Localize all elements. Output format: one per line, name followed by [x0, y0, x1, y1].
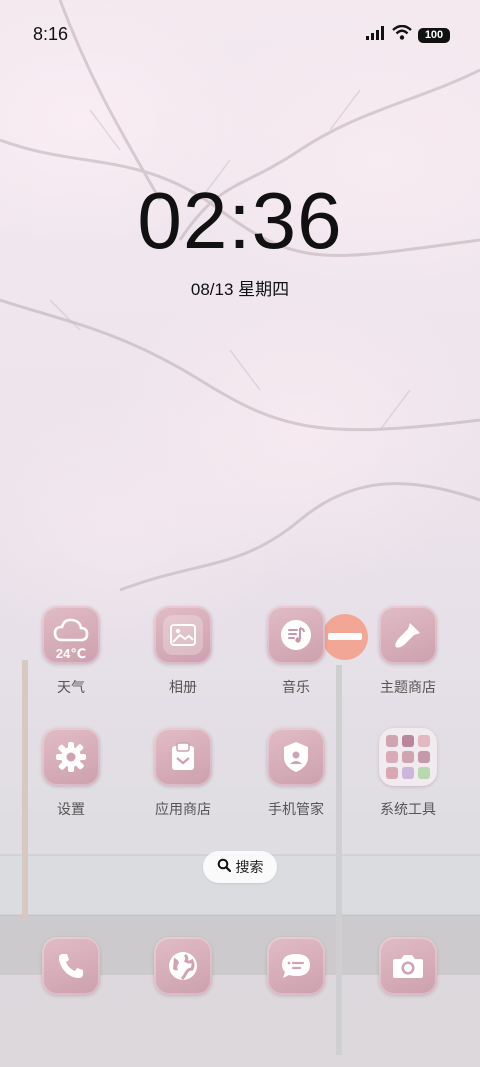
app-label: 天气: [57, 679, 85, 695]
app-gallery[interactable]: 相册: [133, 606, 233, 697]
dock-messages[interactable]: [246, 937, 346, 995]
app-label: 主题商店: [380, 679, 436, 695]
folder-mini-app-icon: [402, 767, 414, 779]
folder-mini-app-icon: [386, 767, 398, 779]
folder-mini-app-icon: [418, 735, 430, 747]
app-settings[interactable]: 设置: [21, 728, 121, 819]
gallery-icon: [154, 606, 212, 664]
dock-phone[interactable]: [21, 937, 121, 995]
status-bar: 8:16 100: [0, 0, 480, 68]
weather-cloud-icon: 24℃: [42, 606, 100, 664]
weather-temperature: 24℃: [55, 646, 87, 661]
status-icons: 100: [366, 24, 450, 45]
phone-icon: [42, 937, 100, 995]
app-label: 手机管家: [268, 801, 324, 817]
wallpaper-cherry-blossom: [0, 0, 480, 1067]
dock-camera[interactable]: [358, 937, 458, 995]
app-music[interactable]: 音乐: [246, 606, 346, 697]
app-phone-manager[interactable]: 手机管家: [246, 728, 346, 819]
messages-icon: [267, 937, 325, 995]
app-store-icon: [154, 728, 212, 786]
search-label: 搜索: [235, 859, 264, 875]
app-label: 音乐: [282, 679, 310, 695]
search-icon: [217, 858, 231, 877]
folder-mini-app-icon: [418, 767, 430, 779]
battery-indicator: 100: [418, 27, 450, 43]
browser-globe-icon: [154, 937, 212, 995]
app-folder-system-tools[interactable]: 系统工具: [358, 728, 458, 819]
security-shield-icon: [267, 728, 325, 786]
search-button[interactable]: 搜索: [203, 851, 277, 883]
signal-icon: [366, 25, 386, 45]
wifi-icon: [392, 24, 412, 45]
folder-mini-app-icon: [402, 735, 414, 747]
folder-icon: [379, 728, 437, 786]
app-theme-store[interactable]: 主题商店: [358, 606, 458, 697]
app-label: 应用商店: [155, 801, 211, 817]
theme-brush-icon: [379, 606, 437, 664]
app-label: 设置: [57, 801, 85, 817]
wallpaper-branches: [0, 0, 480, 1067]
lockscreen-clock: 02:36: [137, 176, 343, 265]
folder-mini-app-icon: [418, 751, 430, 763]
status-time: 8:16: [33, 24, 69, 44]
gear-icon: [42, 728, 100, 786]
app-weather[interactable]: 24℃ 天气: [21, 606, 121, 697]
lockscreen-date: 08/13 星期四: [190, 280, 290, 299]
folder-mini-app-icon: [386, 735, 398, 747]
dock-browser[interactable]: [133, 937, 233, 995]
camera-icon: [379, 937, 437, 995]
app-label: 相册: [169, 679, 197, 695]
music-icon: [267, 606, 325, 664]
folder-mini-app-icon: [386, 751, 398, 763]
folder-mini-app-icon: [402, 751, 414, 763]
app-label: 系统工具: [380, 801, 436, 817]
app-app-store[interactable]: 应用商店: [133, 728, 233, 819]
